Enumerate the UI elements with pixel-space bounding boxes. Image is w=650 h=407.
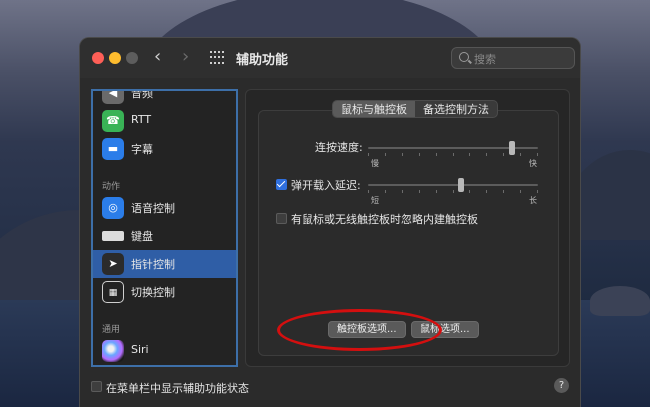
slider-tick <box>385 153 386 156</box>
long-label: 长 <box>529 196 537 205</box>
slider-tick <box>436 190 437 193</box>
slider-tick <box>453 153 454 156</box>
minimize-button[interactable] <box>109 52 121 64</box>
slider-tick <box>402 190 403 193</box>
zoom-button[interactable] <box>126 52 138 64</box>
slider-tick <box>537 153 538 156</box>
pointer-icon: ➤ <box>102 253 124 275</box>
search-icon <box>459 52 469 62</box>
rtt-icon: ☎ <box>102 110 124 132</box>
spring-loading-label: 弹开载入延迟: <box>291 179 361 192</box>
slow-label: 慢 <box>371 159 379 168</box>
forward-arrow-icon[interactable]: › <box>182 46 189 68</box>
sidebar-item-switch-control[interactable]: ▦ 切换控制 <box>93 278 236 306</box>
sidebar-item-keyboard[interactable]: 键盘 <box>93 222 236 250</box>
sidebar-item-pointer-control[interactable]: ➤ 指针控制 <box>93 250 236 278</box>
window-title: 辅助功能 <box>236 53 289 68</box>
slider-tick <box>486 190 487 193</box>
sidebar-item-rtt[interactable]: ☎ RTT <box>93 107 236 135</box>
slider-tick <box>503 190 504 193</box>
sidebar[interactable]: ◀ 音频 ☎ RTT ▬ 字幕 动作 ◎ 语音控制 键盘 ➤ 指针控制 ▦ 切换… <box>91 89 238 367</box>
slider-tick <box>520 153 521 156</box>
tab-segmented-control[interactable]: 鼠标与触控板 备选控制方法 <box>332 100 498 118</box>
captions-icon: ▬ <box>102 138 124 160</box>
search-input[interactable]: 搜索 <box>451 47 575 69</box>
menu-status-label: 在菜单栏中显示辅助功能状态 <box>106 382 249 395</box>
sidebar-item-label: 切换控制 <box>131 286 175 299</box>
slider-tick <box>419 153 420 156</box>
sidebar-item-label: 音频 <box>131 89 153 100</box>
slider-tick <box>436 153 437 156</box>
voice-control-icon: ◎ <box>102 197 124 219</box>
sidebar-item-label: RTT <box>131 113 152 126</box>
slider-tick <box>368 153 369 156</box>
slider-tick <box>486 153 487 156</box>
ignore-trackpad-label: 有鼠标或无线触控板时忽略内建触控板 <box>291 213 478 226</box>
slider-tick <box>520 190 521 193</box>
sidebar-item-label: 键盘 <box>131 230 153 243</box>
ignore-trackpad-checkbox[interactable] <box>276 213 287 224</box>
slider-tick <box>537 190 538 193</box>
short-label: 短 <box>371 196 379 205</box>
sidebar-item-label: 字幕 <box>131 143 153 156</box>
sidebar-item-label: 指针控制 <box>131 258 175 271</box>
sidebar-item-siri[interactable]: Siri <box>93 337 236 365</box>
close-button[interactable] <box>92 52 104 64</box>
keyboard-icon <box>102 225 124 247</box>
double-click-speed-label: 连按速度: <box>315 141 363 154</box>
sidebar-item-captions[interactable]: ▬ 字幕 <box>93 135 236 163</box>
slider-thumb[interactable] <box>458 178 464 192</box>
titlebar: ‹ › 辅助功能 搜索 <box>80 38 580 78</box>
section-header-general: 通用 <box>102 325 121 335</box>
sidebar-item-label: Siri <box>131 343 149 356</box>
siri-icon <box>102 340 124 362</box>
slider-thumb[interactable] <box>509 141 515 155</box>
tab-mouse-trackpad[interactable]: 鼠标与触控板 <box>333 101 415 117</box>
slider-tick <box>503 153 504 156</box>
sidebar-item-voice-control[interactable]: ◎ 语音控制 <box>93 194 236 222</box>
slider-tick <box>402 153 403 156</box>
accessibility-window: ‹ › 辅助功能 搜索 ◀ 音频 ☎ RTT ▬ 字幕 动作 ◎ 语音控制 键盘… <box>79 37 581 407</box>
slider-tick <box>469 190 470 193</box>
menu-status-checkbox[interactable] <box>91 381 102 392</box>
spring-loading-delay-slider[interactable] <box>368 178 538 193</box>
switch-control-icon: ▦ <box>102 281 124 303</box>
show-all-grid-icon[interactable] <box>210 51 224 65</box>
speaker-icon: ◀ <box>102 91 124 104</box>
sidebar-item-label: 语音控制 <box>131 202 175 215</box>
slider-tick <box>368 190 369 193</box>
slider-tick <box>385 190 386 193</box>
section-header-motor: 动作 <box>102 182 121 192</box>
double-click-speed-slider[interactable] <box>368 141 538 156</box>
spring-loading-checkbox[interactable] <box>276 179 287 190</box>
slider-tick <box>469 153 470 156</box>
slider-tick <box>453 190 454 193</box>
search-placeholder: 搜索 <box>474 53 496 66</box>
back-arrow-icon[interactable]: ‹ <box>154 46 161 68</box>
highlight-annotation <box>277 309 442 351</box>
fast-label: 快 <box>529 159 537 168</box>
tab-alternate-control[interactable]: 备选控制方法 <box>415 101 497 117</box>
help-button[interactable]: ? <box>554 378 569 393</box>
sidebar-item-audio[interactable]: ◀ 音频 <box>93 89 236 107</box>
slider-tick <box>419 190 420 193</box>
